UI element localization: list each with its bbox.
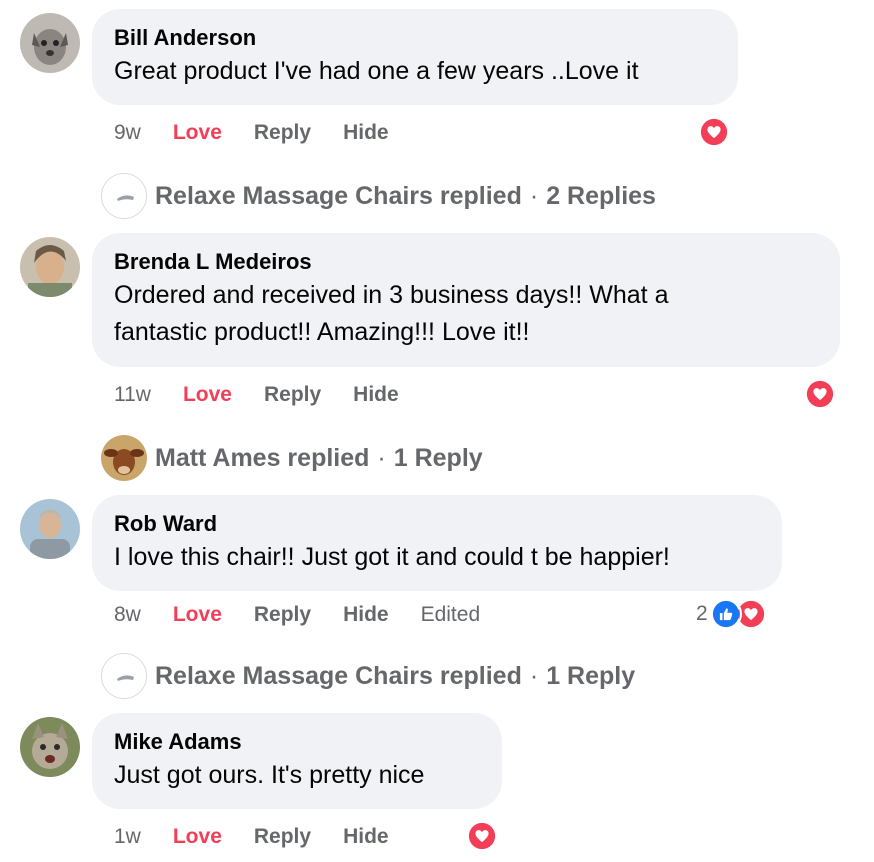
reply-count: 2 Replies xyxy=(546,181,656,210)
avatar-mike-adams[interactable] xyxy=(20,717,80,777)
view-replies-link[interactable]: Relaxe Massage Chairs replied · 2 Replie… xyxy=(101,172,656,220)
reaction-summary[interactable] xyxy=(698,116,730,148)
comment-time[interactable]: 9w xyxy=(114,121,141,145)
person-avatar-image xyxy=(20,237,80,297)
chair-logo-icon xyxy=(102,174,146,218)
separator-dot: · xyxy=(529,181,539,210)
comment-actions: 9w Love Reply Hide xyxy=(114,118,421,148)
comment-bubble: Bill Anderson Great product I've had one… xyxy=(92,9,738,105)
avatar-relaxe xyxy=(101,173,147,219)
love-button[interactable]: Love xyxy=(173,121,222,145)
reply-actor: Matt Ames replied xyxy=(155,443,370,472)
reply-button[interactable]: Reply xyxy=(254,825,311,849)
avatar-bill-anderson[interactable] xyxy=(20,13,80,73)
love-reaction-icon xyxy=(466,820,498,852)
hide-button[interactable]: Hide xyxy=(343,603,389,627)
love-button[interactable]: Love xyxy=(173,603,222,627)
comment-text: Great product I've had one a few years .… xyxy=(114,57,639,85)
reaction-summary[interactable] xyxy=(804,378,836,410)
reply-count: 1 Reply xyxy=(393,443,483,472)
reply-button[interactable]: Reply xyxy=(264,383,321,407)
hide-button[interactable]: Hide xyxy=(343,825,389,849)
reply-button[interactable]: Reply xyxy=(254,603,311,627)
person-avatar-image xyxy=(20,499,80,559)
reply-actor: Relaxe Massage Chairs replied xyxy=(155,661,522,690)
hide-button[interactable]: Hide xyxy=(353,383,399,407)
reaction-summary[interactable]: 2 xyxy=(696,598,767,630)
avatar-brenda-medeiros[interactable] xyxy=(20,237,80,297)
reaction-count: 2 xyxy=(696,602,708,625)
separator-dot: · xyxy=(377,443,386,472)
love-reaction-icon xyxy=(804,378,836,410)
hide-button[interactable]: Hide xyxy=(343,121,389,145)
comment-author[interactable]: Rob Ward xyxy=(114,511,760,537)
comment-time[interactable]: 11w xyxy=(114,383,151,407)
like-reaction-icon xyxy=(709,598,742,630)
comment-author[interactable]: Bill Anderson xyxy=(114,25,716,51)
comment-author[interactable]: Mike Adams xyxy=(114,729,480,755)
avatar-matt-ames xyxy=(101,435,147,481)
cat-avatar-image xyxy=(20,717,80,777)
avatar-relaxe xyxy=(101,653,147,699)
love-button[interactable]: Love xyxy=(173,825,222,849)
chair-logo-icon xyxy=(102,654,146,698)
comment-time[interactable]: 8w xyxy=(114,603,141,627)
cow-avatar-image xyxy=(101,435,147,481)
reply-count: 1 Reply xyxy=(546,661,636,690)
comment-text: I love this chair!! Just got it and coul… xyxy=(114,543,670,571)
comment-actions: 8w Love Reply Hide Edited xyxy=(114,600,512,630)
love-reaction-icon xyxy=(698,116,730,148)
view-replies-link[interactable]: Relaxe Massage Chairs replied · 1 Reply xyxy=(101,652,635,700)
comment-text: Just got ours. It's pretty nice xyxy=(114,761,425,789)
separator-dot: · xyxy=(529,661,539,690)
reply-button[interactable]: Reply xyxy=(254,121,311,145)
comment-bubble: Mike Adams Just got ours. It's pretty ni… xyxy=(92,713,502,809)
comment-bubble: Brenda L Medeiros Ordered and received i… xyxy=(92,233,840,367)
edited-label: Edited xyxy=(420,603,481,626)
comment-author[interactable]: Brenda L Medeiros xyxy=(114,249,818,275)
comment-actions: 1w Love Reply Hide xyxy=(114,822,421,852)
comment-time[interactable]: 1w xyxy=(114,825,141,849)
comment-text-line: Ordered and received in 3 business days!… xyxy=(114,281,669,309)
reaction-summary[interactable] xyxy=(466,820,498,852)
reply-actor: Relaxe Massage Chairs replied xyxy=(155,181,522,210)
comment-actions: 11w Love Reply Hide xyxy=(114,380,431,410)
avatar-rob-ward[interactable] xyxy=(20,499,80,559)
dog-avatar-image xyxy=(20,13,80,73)
view-replies-link[interactable]: Matt Ames replied · 1 Reply xyxy=(101,434,483,482)
comment-text-line: fantastic product!! Amazing!!! Love it!! xyxy=(114,318,530,346)
comment-bubble: Rob Ward I love this chair!! Just got it… xyxy=(92,495,782,591)
love-button[interactable]: Love xyxy=(183,383,232,407)
